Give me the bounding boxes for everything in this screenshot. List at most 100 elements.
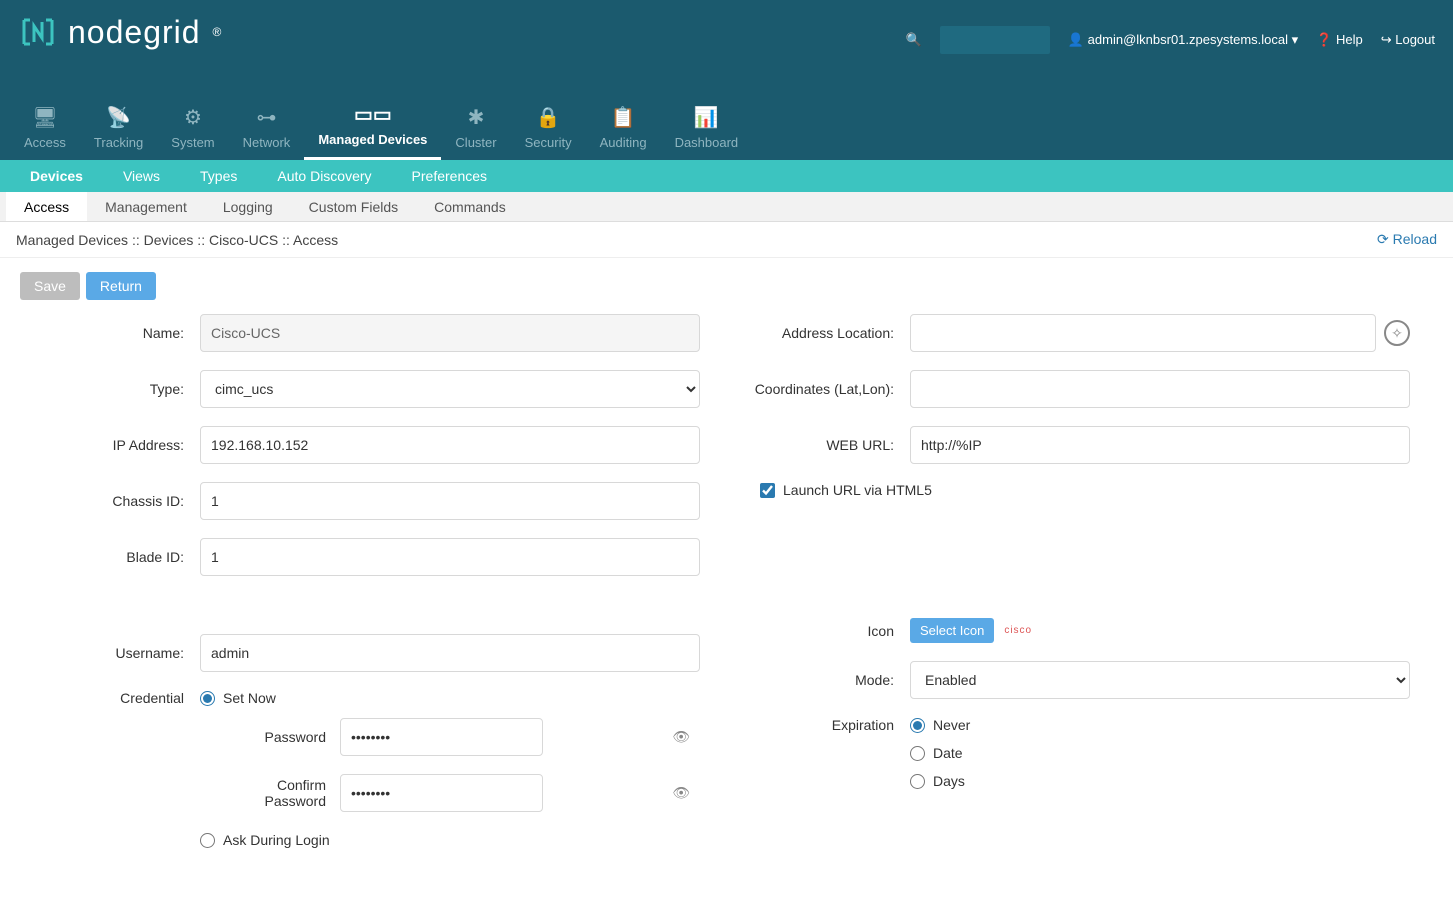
name-field [200, 314, 700, 352]
tertiary-nav: Access Management Logging Custom Fields … [0, 192, 1453, 222]
sub-nav: Devices Views Types Auto Discovery Prefe… [0, 160, 1453, 192]
weburl-field[interactable] [910, 426, 1410, 464]
label-expiration: Expiration [730, 717, 910, 733]
nav-label: System [171, 135, 214, 150]
monitor-icon: 🖥 [32, 105, 57, 129]
network-icon: ⊶ [256, 105, 276, 129]
nav-security[interactable]: 🔒 Security [511, 105, 586, 160]
reload-button[interactable]: ⟳ Reload [1377, 231, 1437, 248]
nav-label: Tracking [94, 135, 143, 150]
label-password: Password [230, 729, 340, 745]
blade-field[interactable] [200, 538, 700, 576]
label-weburl: WEB URL: [730, 437, 910, 453]
lock-icon: 🔒 [536, 105, 561, 129]
eye-icon[interactable]: 👁 [672, 729, 690, 746]
help-link[interactable]: ❓ Help [1316, 32, 1363, 48]
radio-set-now[interactable] [200, 691, 215, 706]
label-name: Name: [20, 325, 200, 341]
nav-tracking[interactable]: 📡 Tracking [80, 105, 157, 160]
nav-label: Cluster [455, 135, 496, 150]
compass-icon[interactable]: ✧ [1384, 320, 1410, 346]
save-button[interactable]: Save [20, 272, 80, 300]
clipboard-icon: 📋 [611, 105, 636, 129]
brand-logo: nodegrid ® [18, 12, 222, 52]
label-username: Username: [20, 645, 200, 661]
label-credential: Credential [20, 690, 200, 706]
chart-icon: 📊 [694, 105, 719, 129]
select-icon-button[interactable]: Select Icon [910, 618, 994, 643]
confirm-password-field[interactable] [340, 774, 543, 812]
tab-management[interactable]: Management [87, 192, 205, 221]
subnav-views[interactable]: Views [103, 168, 180, 184]
logout-link[interactable]: ↪ Logout [1381, 32, 1435, 48]
nav-label: Dashboard [675, 135, 739, 150]
label-coords: Coordinates (Lat,Lon): [730, 381, 910, 397]
logo-icon [18, 12, 58, 52]
label-icon: Icon [730, 623, 910, 639]
label-ip: IP Address: [20, 437, 200, 453]
tab-custom-fields[interactable]: Custom Fields [291, 192, 416, 221]
label-launch-html5: Launch URL via HTML5 [783, 482, 932, 498]
coords-field[interactable] [910, 370, 1410, 408]
brand-text: nodegrid [68, 14, 201, 51]
nav-network[interactable]: ⊶ Network [229, 105, 305, 160]
radio-days[interactable] [910, 774, 925, 789]
nav-managed-devices[interactable]: ▭▭ Managed Devices [304, 102, 441, 160]
label-confirm: Confirm Password [230, 777, 340, 809]
subnav-types[interactable]: Types [180, 168, 257, 184]
label-never: Never [933, 717, 970, 733]
nav-system[interactable]: ⚙ System [157, 105, 228, 160]
checkbox-launch-html5[interactable] [760, 483, 775, 498]
radio-ask-login[interactable] [200, 833, 215, 848]
reload-label: Reload [1393, 231, 1437, 247]
type-select[interactable]: cimc_ucs [200, 370, 700, 408]
breadcrumb: Managed Devices :: Devices :: Cisco-UCS … [16, 232, 338, 248]
subnav-autodiscovery[interactable]: Auto Discovery [257, 168, 391, 184]
brand-trademark: ® [213, 25, 223, 39]
label-ask-login: Ask During Login [223, 832, 330, 848]
nav-cluster[interactable]: ✱ Cluster [441, 105, 510, 160]
tab-commands[interactable]: Commands [416, 192, 524, 221]
subnav-devices[interactable]: Devices [10, 168, 103, 184]
label-set-now: Set Now [223, 690, 276, 706]
return-button[interactable]: Return [86, 272, 156, 300]
nav-label: Auditing [600, 135, 647, 150]
radio-never[interactable] [910, 718, 925, 733]
label-chassis: Chassis ID: [20, 493, 200, 509]
chassis-field[interactable] [200, 482, 700, 520]
nav-dashboard[interactable]: 📊 Dashboard [661, 105, 753, 160]
help-label: Help [1336, 32, 1363, 47]
username-field[interactable] [200, 634, 700, 672]
mode-select[interactable]: Enabled [910, 661, 1410, 699]
label-mode: Mode: [730, 672, 910, 688]
label-type: Type: [20, 381, 200, 397]
nav-label: Access [24, 135, 66, 150]
logout-label: Logout [1395, 32, 1435, 47]
nav-auditing[interactable]: 📋 Auditing [586, 105, 661, 160]
search-icon[interactable]: 🔍 [906, 32, 922, 48]
subnav-preferences[interactable]: Preferences [392, 168, 507, 184]
addr-loc-field[interactable] [910, 314, 1376, 352]
devices-icon: ▭▭ [354, 102, 392, 126]
nav-label: Security [525, 135, 572, 150]
cisco-icon-label: cisco [1004, 625, 1032, 636]
tab-access[interactable]: Access [6, 192, 87, 221]
ip-field[interactable] [200, 426, 700, 464]
eye-icon[interactable]: 👁 [672, 785, 690, 802]
password-field[interactable] [340, 718, 543, 756]
nav-access[interactable]: 🖥 Access [10, 105, 80, 160]
satellite-icon: 📡 [106, 105, 131, 129]
user-label: admin@lknbsr01.zpesystems.local [1088, 32, 1288, 47]
nav-label: Network [243, 135, 291, 150]
label-date: Date [933, 745, 963, 761]
main-nav: 🖥 Access 📡 Tracking ⚙ System ⊶ Network ▭▭ Man… [0, 90, 1453, 160]
radio-date[interactable] [910, 746, 925, 761]
user-menu[interactable]: 👤 admin@lknbsr01.zpesystems.local ▾ [1068, 32, 1298, 48]
search-input[interactable] [940, 26, 1050, 54]
nav-label: Managed Devices [318, 132, 427, 147]
label-days: Days [933, 773, 965, 789]
tab-logging[interactable]: Logging [205, 192, 291, 221]
gear-icon: ⚙ [184, 105, 202, 129]
cluster-icon: ✱ [468, 105, 485, 129]
label-blade: Blade ID: [20, 549, 200, 565]
